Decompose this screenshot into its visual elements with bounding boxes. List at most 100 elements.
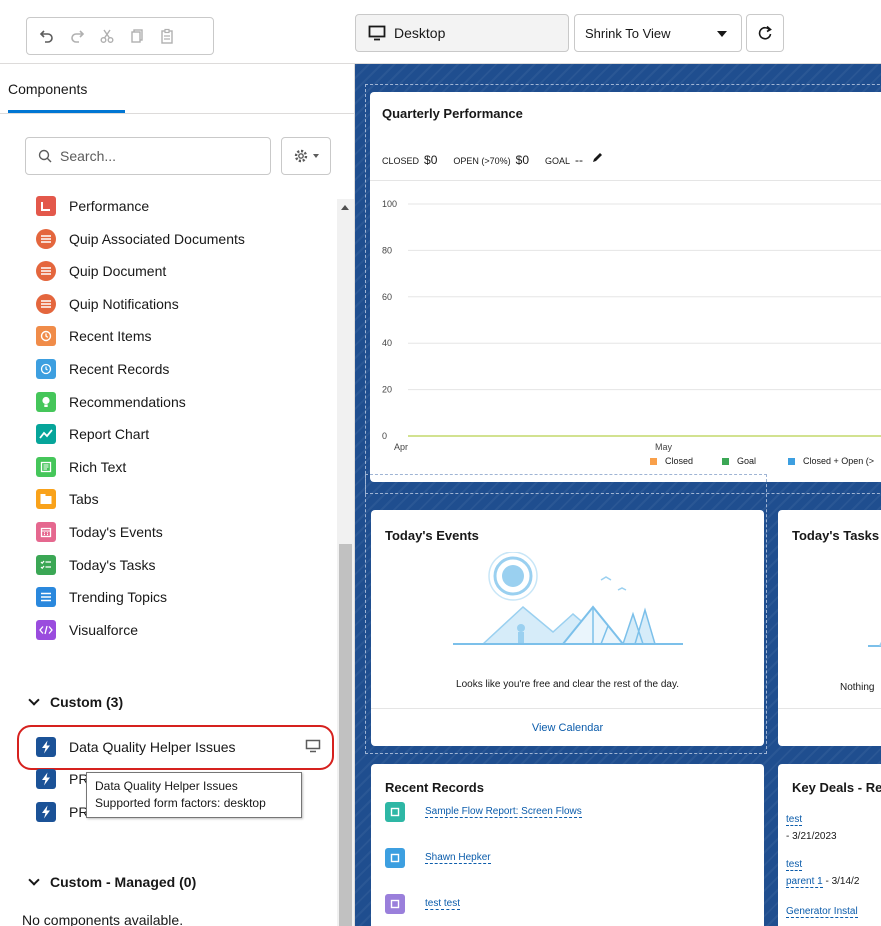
copy-icon <box>131 29 143 43</box>
recent-record-row[interactable]: test test <box>385 894 461 914</box>
component-item-label: Visualforce <box>69 621 139 638</box>
tab-components[interactable]: Components <box>8 81 87 97</box>
legend-label: Closed <box>665 456 694 466</box>
component-item-pr-2[interactable]: PR <box>36 800 88 824</box>
caret-down-icon <box>717 31 727 37</box>
active-tab-indicator <box>8 110 125 113</box>
paste-button[interactable] <box>155 24 179 48</box>
component-item-label: Trending Topics <box>69 589 168 606</box>
recent-record-row[interactable]: Sample Flow Report: Screen Flows <box>385 802 582 822</box>
component-item[interactable]: Recommendations <box>36 390 186 414</box>
clock-icon <box>36 326 56 347</box>
component-item-label: Quip Document <box>69 263 167 280</box>
y-tick-label: 80 <box>382 245 392 255</box>
legend-swatch <box>722 457 729 465</box>
deal-name[interactable]: test <box>786 859 803 871</box>
settings-menu-button[interactable] <box>281 137 331 175</box>
todays-events-card[interactable]: Today's Events Looks like you're free an… <box>371 510 764 746</box>
component-item[interactable]: Rich Text <box>36 455 126 479</box>
quip-icon <box>36 228 56 249</box>
components-panel: Components Search... Performance Quip Ass… <box>0 64 355 926</box>
deal-name[interactable]: test <box>786 814 803 826</box>
device-selector-button[interactable]: Desktop <box>355 14 569 52</box>
legend-item[interactable]: Closed + Open (> <box>788 456 874 466</box>
search-input[interactable]: Search... <box>25 137 271 175</box>
component-item[interactable]: Tabs <box>36 487 99 511</box>
card-title: Recent Records <box>385 780 484 795</box>
refresh-button[interactable] <box>746 14 784 52</box>
todays-tasks-card[interactable]: Today's Tasks Nothing <box>778 510 881 746</box>
y-tick-label: 20 <box>382 385 392 395</box>
component-item-label: Recent Records <box>69 361 170 377</box>
quarterly-performance-card[interactable]: Quarterly Performance CLOSED $0 OPEN (>7… <box>370 92 881 482</box>
deal-name[interactable]: parent 1 <box>786 876 823 888</box>
card-title: Today's Events <box>385 528 479 543</box>
deal-item[interactable]: test <box>786 859 803 871</box>
component-item-label: Rich Text <box>69 458 127 475</box>
redo-button[interactable] <box>65 24 89 48</box>
deal-item[interactable]: test <box>786 814 803 826</box>
legend-label: Closed + Open (> <box>803 456 875 466</box>
key-deals-card[interactable]: Key Deals - Re test - 3/21/2023 test par… <box>778 764 881 926</box>
deal-name[interactable]: Generator Instal <box>786 906 858 918</box>
clipboard-icon <box>161 28 173 44</box>
component-item[interactable]: Recent Items <box>36 324 151 348</box>
legend-label: Goal <box>737 456 757 466</box>
gear-icon <box>294 149 308 163</box>
component-item[interactable]: Trending Topics <box>36 585 167 609</box>
component-item-pr-1[interactable]: PR <box>36 767 88 791</box>
component-item[interactable]: Today's Tasks <box>36 553 155 577</box>
legend-swatch <box>788 457 795 465</box>
component-item[interactable]: Report Chart <box>36 422 149 446</box>
y-tick-label: 40 <box>382 338 392 348</box>
tooltip-detail: Supported form factors: desktop <box>95 796 266 810</box>
redo-icon <box>71 30 85 43</box>
y-tick-label: 60 <box>382 292 392 302</box>
view-mode-select[interactable]: Shrink To View <box>574 14 742 52</box>
copy-button[interactable] <box>125 24 149 48</box>
panel-scrollbar[interactable] <box>337 199 354 926</box>
component-item[interactable]: Quip Notifications <box>36 292 179 316</box>
recent-records-card[interactable]: Recent Records Sample Flow Report: Scree… <box>371 764 764 926</box>
view-calendar-link[interactable]: View Calendar <box>371 722 764 734</box>
component-item[interactable]: Recent Records <box>36 357 169 381</box>
closed-value: $0 <box>424 153 438 167</box>
rich-text-icon <box>36 456 56 477</box>
panel-tabbar: Components <box>0 64 354 114</box>
lightbulb-icon <box>36 391 56 412</box>
contact-icon <box>385 848 405 868</box>
code-icon <box>36 619 56 640</box>
deal-item[interactable]: parent 1 - 3/14/2 <box>786 876 859 888</box>
divider <box>778 708 881 709</box>
tabs-icon <box>36 489 56 510</box>
chevron-down-icon <box>28 874 40 886</box>
x-tick-label: Apr <box>394 442 408 452</box>
lead-icon <box>385 894 405 914</box>
custom-managed-section-header[interactable]: Custom - Managed (0) <box>28 874 196 890</box>
chevron-down-icon <box>28 694 40 706</box>
scroll-up-arrow-icon[interactable] <box>341 205 349 210</box>
component-item[interactable]: Quip Associated Documents <box>36 227 245 251</box>
tent-illustration-icon <box>453 552 683 645</box>
component-item[interactable]: Visualforce <box>36 618 138 642</box>
deal-item[interactable]: Generator Instal <box>786 906 858 918</box>
legend-item[interactable]: Goal <box>722 456 756 466</box>
recent-record-row[interactable]: Shawn Hepker <box>385 848 491 868</box>
goal-value: -- <box>575 153 584 167</box>
component-item[interactable]: Performance <box>36 194 149 218</box>
recent-record-link[interactable]: test test <box>425 898 461 910</box>
goal-label: GOAL <box>545 156 571 166</box>
cut-button[interactable] <box>95 24 119 48</box>
x-tick-label: May <box>655 442 673 452</box>
custom-section-header[interactable]: Custom (3) <box>28 694 123 710</box>
scrollbar-thumb[interactable] <box>339 544 352 926</box>
legend-item[interactable]: Closed <box>650 456 693 466</box>
page-canvas: Quarterly Performance CLOSED $0 OPEN (>7… <box>355 64 881 926</box>
component-item[interactable]: Today's Events <box>36 520 163 544</box>
device-label: Desktop <box>394 25 446 41</box>
pencil-icon[interactable] <box>591 152 603 164</box>
undo-button[interactable] <box>35 24 59 48</box>
recent-record-link[interactable]: Shawn Hepker <box>425 852 491 864</box>
component-item[interactable]: Quip Document <box>36 259 166 283</box>
recent-record-link[interactable]: Sample Flow Report: Screen Flows <box>425 806 582 818</box>
